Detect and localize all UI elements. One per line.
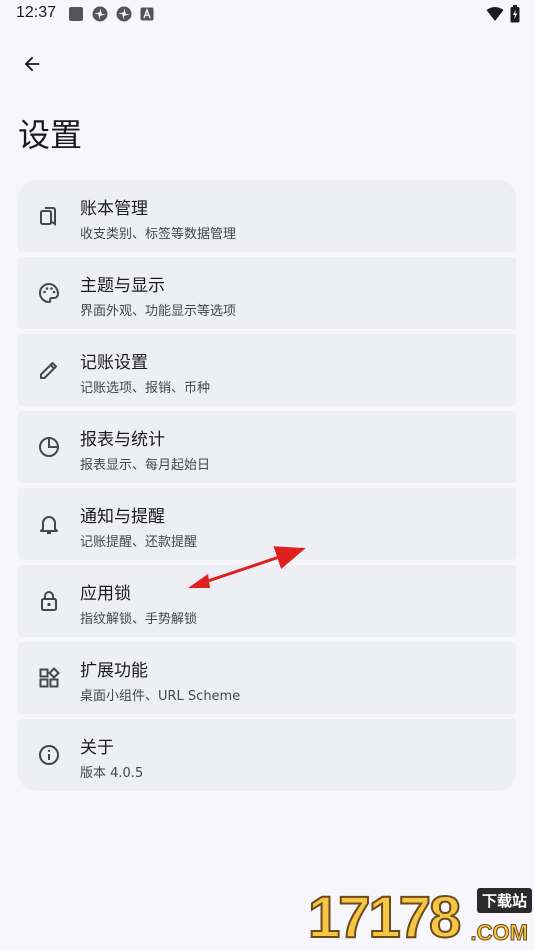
page-title: 设置 — [18, 116, 83, 154]
info-icon — [39, 745, 59, 765]
system-icons — [486, 5, 520, 23]
a-badge-icon — [140, 7, 154, 21]
pencil-icon — [40, 362, 57, 379]
item-subtitle: 收支类别、标签等数据管理 — [80, 227, 237, 242]
widgets-icon — [39, 667, 60, 688]
settings-item-bookkeeping[interactable]: 记账设置 记账选项、报销、币种 — [18, 334, 516, 406]
ledger-icon — [40, 207, 56, 226]
item-subtitle: 指纹解锁、手势解锁 — [80, 612, 198, 627]
arrow-left-icon — [24, 56, 40, 72]
watermark-digits: 17178 — [307, 885, 462, 950]
item-title: 账本管理 — [80, 199, 148, 219]
settings-list: 账本管理 收支类别、标签等数据管理 主题与显示 界面外观、功能显示等选项 记账设… — [18, 180, 516, 791]
status-time: 12:37 — [16, 4, 57, 21]
watermark-domain: .COM — [470, 920, 528, 946]
item-title: 应用锁 — [80, 584, 131, 604]
back-button[interactable] — [18, 50, 46, 78]
battery-icon — [510, 5, 520, 23]
item-title: 报表与统计 — [80, 430, 165, 450]
item-title: 通知与提醒 — [80, 507, 165, 527]
item-subtitle: 记账选项、报销、币种 — [80, 381, 211, 396]
item-title: 主题与显示 — [80, 276, 165, 296]
square-icon — [69, 7, 83, 21]
pie-chart-icon — [39, 437, 59, 457]
status-bar: 12:37 — [0, 0, 534, 28]
settings-item-theme-display[interactable]: 主题与显示 界面外观、功能显示等选项 — [18, 257, 516, 329]
palette-icon — [39, 282, 60, 304]
settings-item-reports[interactable]: 报表与统计 报表显示、每月起始日 — [18, 411, 516, 483]
item-title: 记账设置 — [80, 353, 148, 373]
item-subtitle: 界面外观、功能显示等选项 — [80, 304, 237, 319]
watermark-badge: 下载站 — [476, 888, 532, 913]
item-subtitle: 版本 4.0.5 — [80, 766, 144, 781]
settings-item-extensions[interactable]: 扩展功能 桌面小组件、URL Scheme — [18, 642, 516, 714]
item-subtitle: 桌面小组件、URL Scheme — [80, 689, 241, 704]
item-title: 扩展功能 — [80, 661, 148, 681]
settings-item-app-lock[interactable]: 应用锁 指纹解锁、手势解锁 — [18, 565, 516, 637]
pinwheel-icon — [116, 6, 132, 22]
watermark-logo: 17178 下载站 .COM — [304, 884, 534, 950]
lock-icon — [41, 591, 57, 611]
notification-icons — [68, 6, 154, 22]
wifi-icon — [486, 7, 504, 21]
bell-icon — [40, 516, 58, 534]
item-subtitle: 记账提醒、还款提醒 — [80, 535, 198, 550]
settings-item-ledger-management[interactable]: 账本管理 收支类别、标签等数据管理 — [18, 180, 516, 252]
settings-item-notifications[interactable]: 通知与提醒 记账提醒、还款提醒 — [18, 488, 516, 560]
item-subtitle: 报表显示、每月起始日 — [80, 458, 211, 473]
settings-item-about[interactable]: 关于 版本 4.0.5 — [18, 719, 516, 791]
pinwheel-icon — [92, 6, 108, 22]
item-title: 关于 — [80, 738, 114, 758]
